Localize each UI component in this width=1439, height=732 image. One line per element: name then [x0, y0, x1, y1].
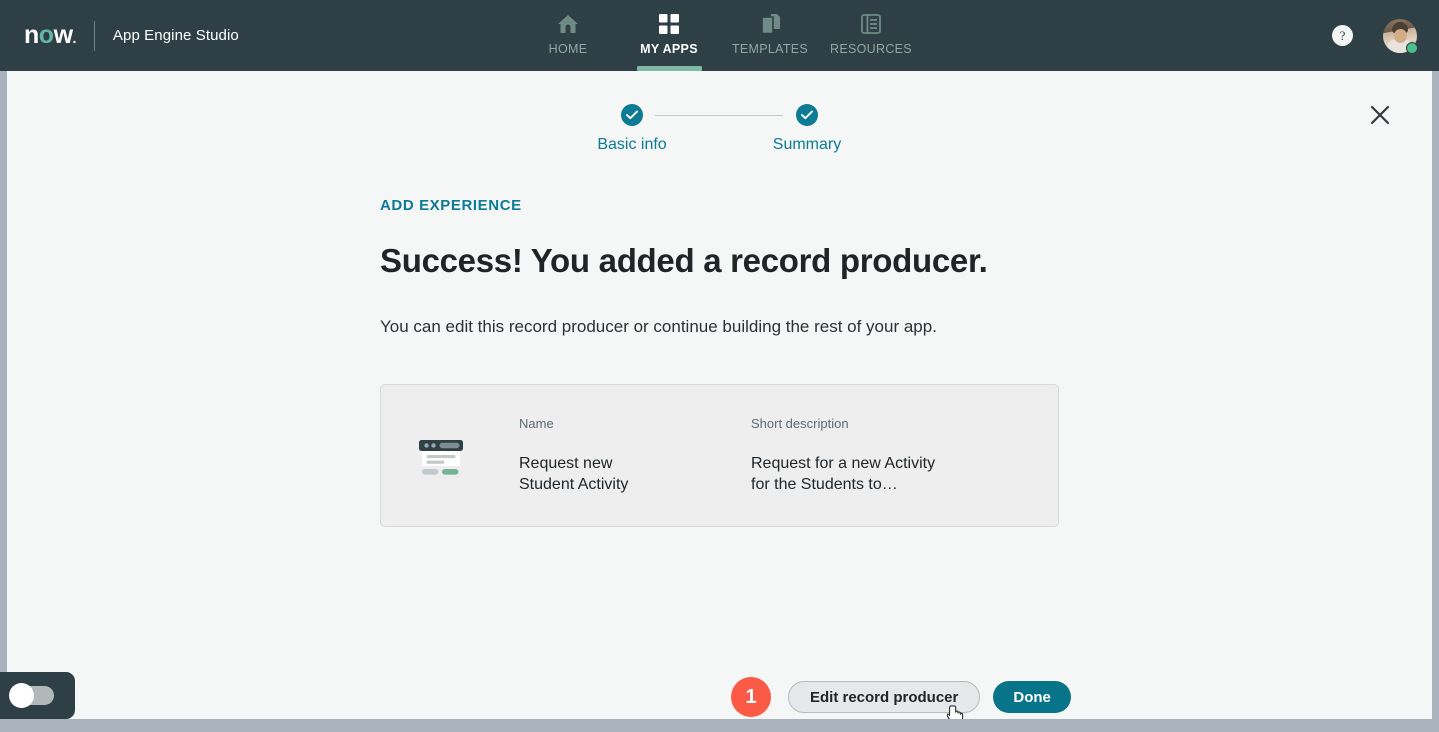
step-label-basic-info: Basic info — [597, 136, 667, 153]
avatar-face — [1394, 28, 1407, 43]
field-value-short-description: Request for a new Activity for the Stude… — [751, 455, 936, 494]
now-logo[interactable]: now. — [24, 23, 76, 48]
stepper-connector-line — [654, 115, 783, 116]
templates-icon — [758, 12, 782, 36]
avatar-status-dot — [1406, 41, 1418, 54]
resources-icon — [859, 12, 883, 36]
annotation-badge-1: 1 — [731, 677, 771, 717]
brand-divider — [93, 20, 95, 51]
now-logo-dot: . — [72, 30, 77, 46]
stepper-inner: Basic info Summary — [545, 104, 895, 154]
step-complete-check-icon — [796, 104, 818, 126]
nav-label-templates: TEMPLATES — [731, 42, 809, 56]
nav-label-resources: RESOURCES — [830, 42, 912, 56]
wizard-panel: Basic info Summary ADD EXPERIENCE Succes… — [7, 71, 1432, 725]
topbar-right-actions: ? — [1332, 0, 1418, 71]
step-label-summary: Summary — [772, 136, 842, 153]
product-title: App Engine Studio — [112, 27, 239, 44]
field-value-name: Request new Student Activity — [519, 455, 629, 494]
wizard-stepper: Basic info Summary — [7, 104, 1432, 154]
footer-actions: 1 Edit record producer Done — [731, 677, 1071, 717]
toggle-knob — [9, 683, 34, 708]
done-button[interactable]: Done — [993, 681, 1071, 713]
page-title: Success! You added a record producer. — [380, 242, 988, 279]
avatar[interactable] — [1383, 18, 1418, 54]
section-eyebrow: ADD EXPERIENCE — [380, 197, 522, 214]
nav-item-my-apps[interactable]: MY APPS — [619, 0, 720, 71]
card-fields: Name Request new Student Activity Short … — [519, 416, 1058, 495]
now-logo-w: w — [53, 21, 73, 49]
now-logo-o: o — [38, 21, 54, 49]
top-navigation-bar: now. App Engine Studio HOME MY APPS TEMP… — [0, 0, 1439, 71]
nav-label-my-apps: MY APPS — [640, 42, 698, 56]
home-icon — [556, 12, 580, 36]
nav-item-resources[interactable]: RESOURCES — [821, 0, 922, 71]
app-root: now. App Engine Studio HOME MY APPS TEMP… — [0, 0, 1439, 730]
toggle-switch[interactable] — [9, 683, 54, 708]
step-basic-info[interactable]: Basic info — [545, 104, 720, 154]
edit-record-producer-button[interactable]: Edit record producer — [788, 681, 981, 713]
nav-item-templates[interactable]: TEMPLATES — [720, 0, 821, 71]
field-short-description: Short description Request for a new Acti… — [751, 416, 983, 495]
record-producer-icon — [417, 432, 465, 480]
brand-area: now. App Engine Studio — [0, 0, 239, 71]
bottom-left-toggle-widget[interactable] — [0, 672, 75, 719]
page-subtext: You can edit this record producer or con… — [380, 316, 937, 336]
nav-label-home: HOME — [548, 42, 588, 56]
field-name: Name Request new Student Activity — [519, 416, 751, 495]
help-icon[interactable]: ? — [1332, 25, 1353, 46]
step-complete-check-icon — [621, 104, 643, 126]
field-label-short-description: Short description — [751, 416, 849, 432]
wizard-content: ADD EXPERIENCE Success! You added a reco… — [380, 197, 1080, 528]
step-summary[interactable]: Summary — [720, 104, 895, 154]
record-producer-summary-card: Name Request new Student Activity Short … — [380, 384, 1059, 528]
grid-icon — [657, 12, 681, 36]
nav-item-home[interactable]: HOME — [518, 0, 619, 71]
bottom-strip — [0, 719, 1439, 730]
field-label-name: Name — [519, 416, 554, 432]
now-logo-n: n — [24, 21, 39, 49]
